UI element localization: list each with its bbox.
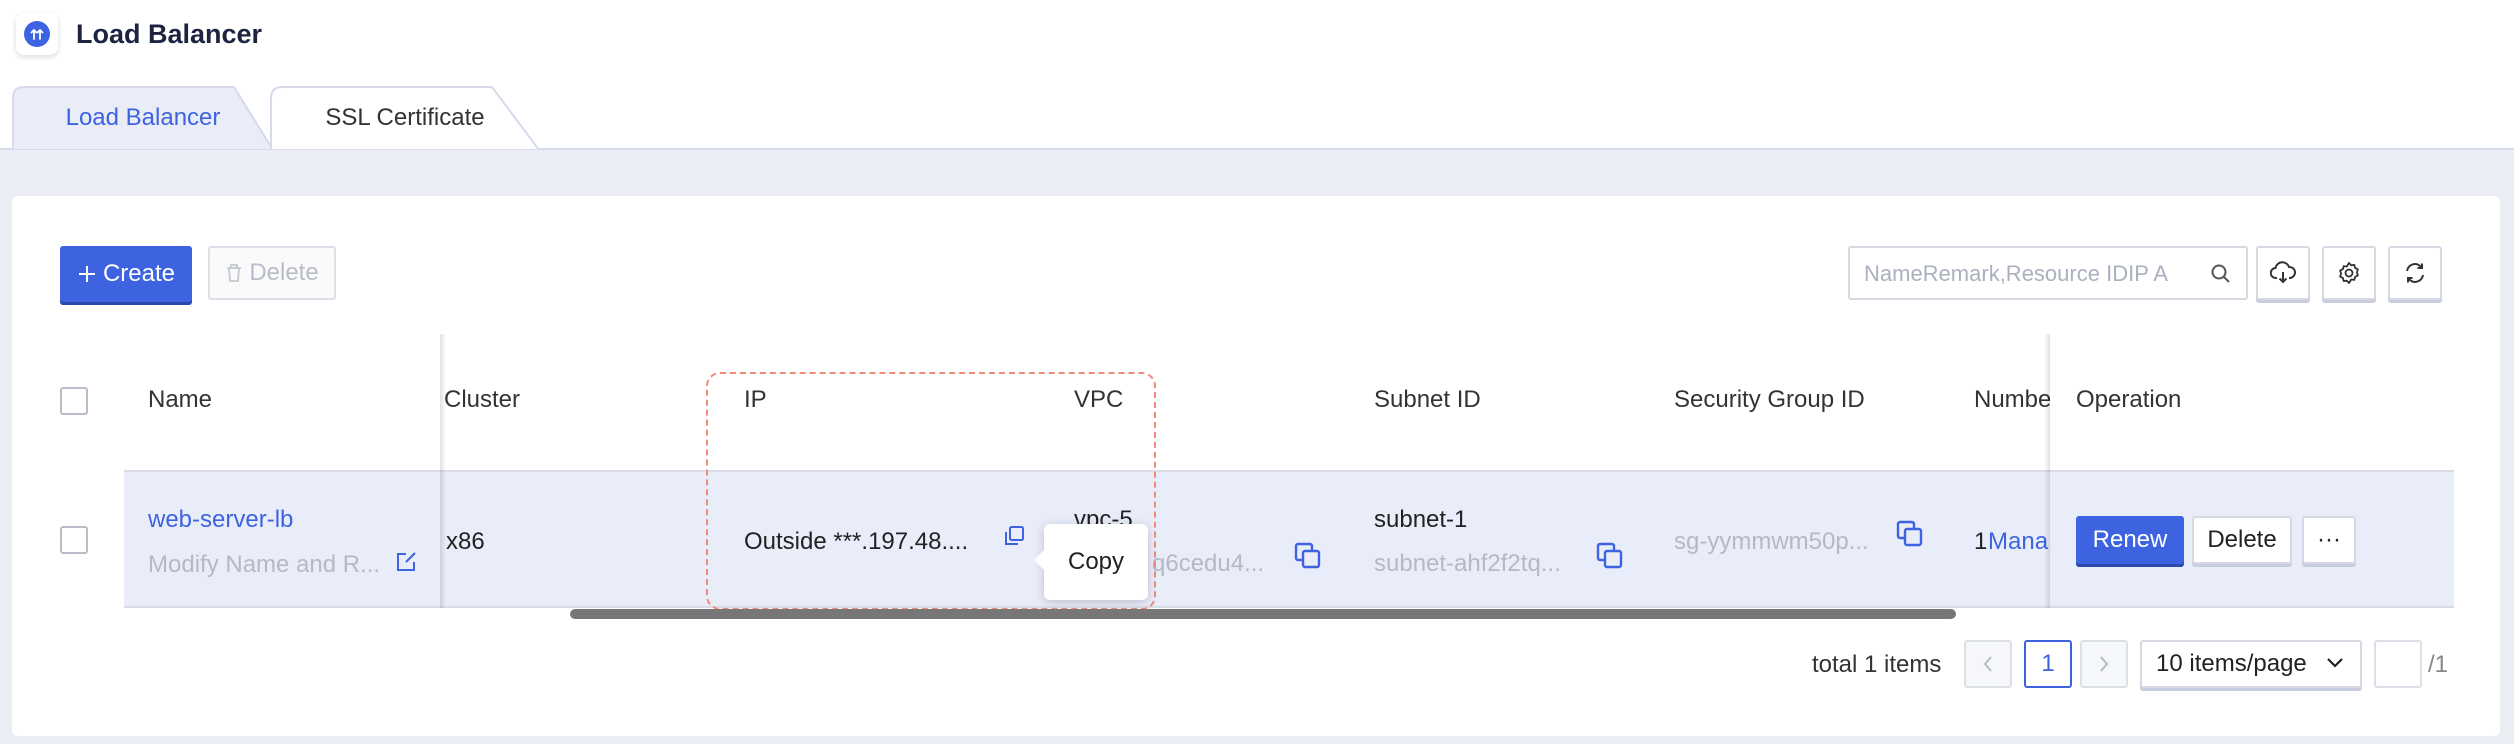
trash-icon	[227, 264, 242, 282]
subnet-id: subnet-ahf2f2tq...	[1374, 550, 1561, 577]
tab-label: Load Balancer	[65, 104, 221, 131]
page-title: Load Balancer	[76, 19, 263, 49]
search-field[interactable]	[1848, 246, 2248, 300]
plus-icon	[78, 266, 95, 282]
chevron-down-icon	[2327, 658, 2343, 668]
row-delete-button[interactable]: Delete	[2192, 516, 2292, 564]
fixed-column-shadow	[440, 334, 446, 608]
copy-icon[interactable]	[1294, 542, 1322, 570]
chevron-right-icon	[2100, 656, 2109, 672]
fixed-column-shadow	[2044, 334, 2050, 608]
copy-icon[interactable]	[1596, 542, 1624, 570]
tab-ssl-certificate[interactable]: SSL Certificate	[270, 86, 540, 150]
page-size-value: 10 items/page	[2156, 650, 2307, 677]
up-arrows-icon	[24, 21, 50, 47]
total-pages: /1	[2428, 651, 2449, 678]
column-header-operation: Operation	[2076, 386, 2182, 413]
manage-link[interactable]: Mana	[1988, 528, 2050, 556]
next-page-button[interactable]	[2080, 640, 2128, 688]
settings-button[interactable]	[2322, 246, 2376, 300]
renew-button[interactable]: Renew	[2076, 516, 2184, 564]
delete-button[interactable]: Delete	[208, 246, 336, 300]
delete-label: Delete	[249, 259, 319, 286]
lb-name-link[interactable]: web-server-lb	[148, 506, 293, 534]
row-divider	[124, 606, 2454, 608]
search-input[interactable]	[1864, 256, 2194, 292]
column-header-number[interactable]: Numbe	[1974, 386, 2050, 414]
page-size-select[interactable]: 10 items/page	[2140, 640, 2362, 688]
column-header-subnet[interactable]: Subnet ID	[1374, 386, 1481, 414]
column-header-cluster[interactable]: Cluster	[444, 386, 520, 414]
vpc-id: q6cedu4...	[1152, 550, 1265, 577]
refresh-icon	[2406, 263, 2424, 283]
page-number-button[interactable]: 1	[2024, 640, 2072, 688]
security-group-id: sg-yymmwm50p...	[1674, 528, 1869, 555]
column-header-name[interactable]: Name	[148, 386, 212, 414]
copy-tooltip: Copy	[1034, 524, 1148, 600]
number-value: 1	[1974, 528, 1988, 555]
cluster-value: x86	[446, 528, 485, 555]
page-jump-input[interactable]	[2374, 640, 2422, 688]
refresh-button[interactable]	[2388, 246, 2442, 300]
tab-label: SSL Certificate	[325, 104, 485, 131]
cloud-download-icon	[2270, 261, 2296, 284]
subnet-name: subnet-1	[1374, 506, 1468, 533]
chevron-left-icon	[1983, 656, 1992, 672]
column-header-security-group[interactable]: Security Group ID	[1674, 386, 1865, 414]
remark-text: Modify Name and R...	[148, 551, 381, 578]
search-icon[interactable]	[2210, 263, 2232, 285]
download-button[interactable]	[2256, 246, 2310, 300]
more-actions-button[interactable]: ···	[2302, 516, 2356, 564]
total-items: total 1 items	[1812, 651, 1942, 678]
horizontal-scrollbar[interactable]	[570, 609, 1956, 619]
copy-icon[interactable]	[1896, 520, 1924, 548]
tab-load-balancer[interactable]: Load Balancer	[12, 86, 274, 150]
prev-page-button[interactable]	[1964, 640, 2012, 688]
app-logo	[16, 13, 58, 55]
row-checkbox[interactable]	[60, 526, 88, 554]
gear-icon	[2339, 262, 2359, 284]
select-all-checkbox[interactable]	[60, 387, 88, 415]
create-button[interactable]: Create	[60, 246, 192, 302]
create-label: Create	[102, 260, 176, 287]
edit-icon[interactable]	[394, 548, 420, 574]
